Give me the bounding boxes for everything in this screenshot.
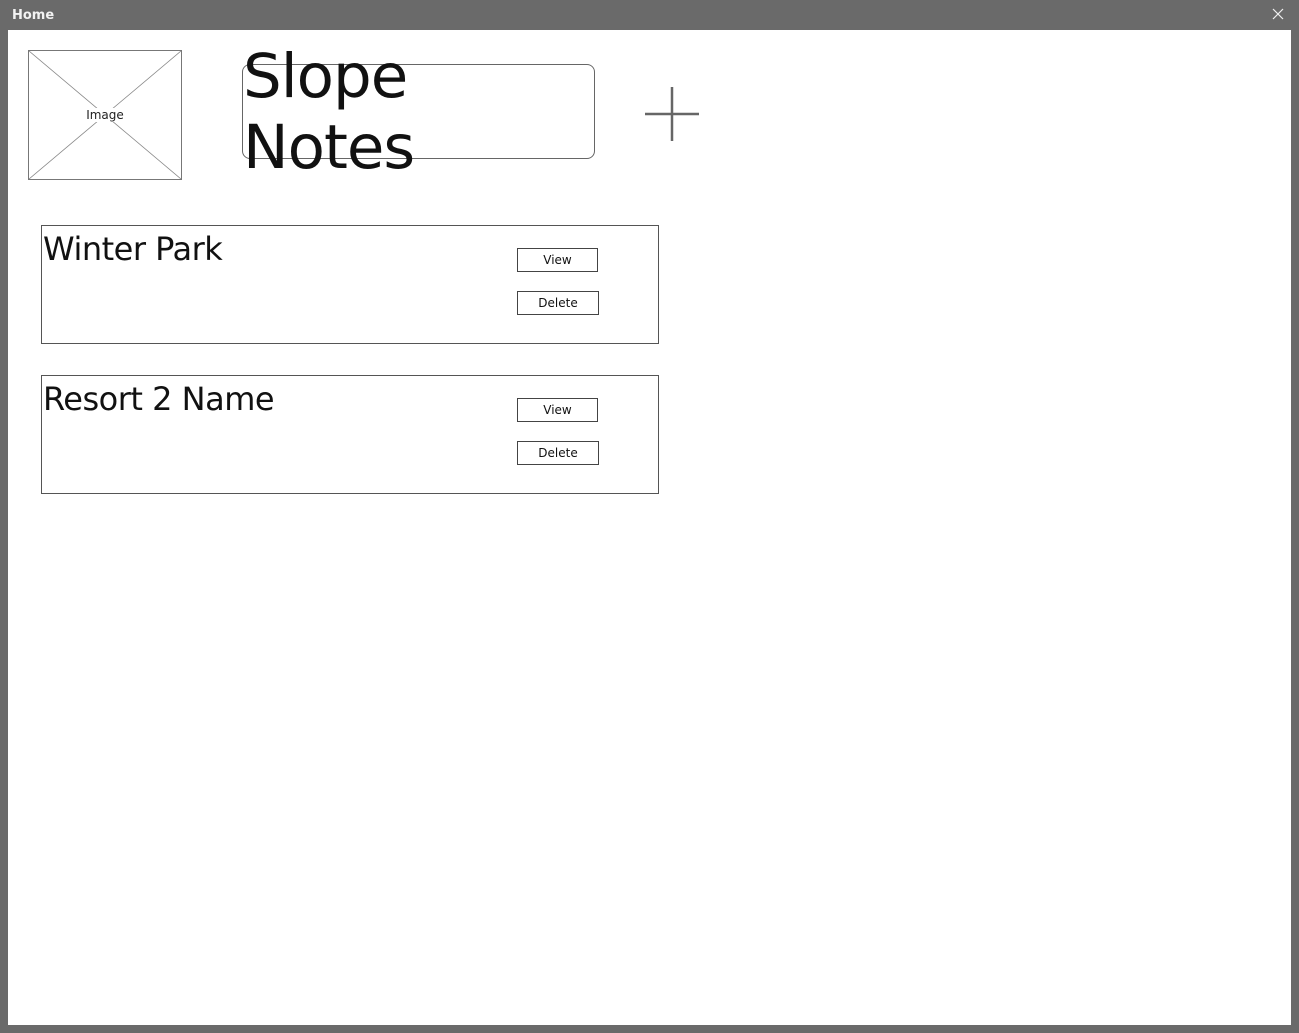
resort-card: Winter Park View Delete <box>41 225 659 344</box>
add-resort-button[interactable] <box>644 86 700 142</box>
app-window: Home Image Slope Notes Winter Park View … <box>0 0 1299 1033</box>
app-title-box: Slope Notes <box>242 41 595 183</box>
delete-button[interactable]: Delete <box>517 291 599 315</box>
title-bar[interactable]: Home <box>0 0 1299 30</box>
close-icon <box>1272 8 1284 20</box>
window-title: Home <box>12 8 55 23</box>
delete-button[interactable]: Delete <box>517 441 599 465</box>
logo-image-placeholder: Image <box>28 50 182 180</box>
close-button[interactable] <box>1271 7 1285 21</box>
plus-icon <box>645 87 699 141</box>
app-title: Slope Notes <box>243 40 415 183</box>
resort-card: Resort 2 Name View Delete <box>41 375 659 494</box>
resort-name: Resort 2 Name <box>43 380 275 418</box>
client-area: Image Slope Notes Winter Park View Delet… <box>8 30 1291 1025</box>
view-button[interactable]: View <box>517 398 598 422</box>
image-label: Image <box>85 108 125 122</box>
resort-name: Winter Park <box>43 230 223 268</box>
view-button[interactable]: View <box>517 248 598 272</box>
